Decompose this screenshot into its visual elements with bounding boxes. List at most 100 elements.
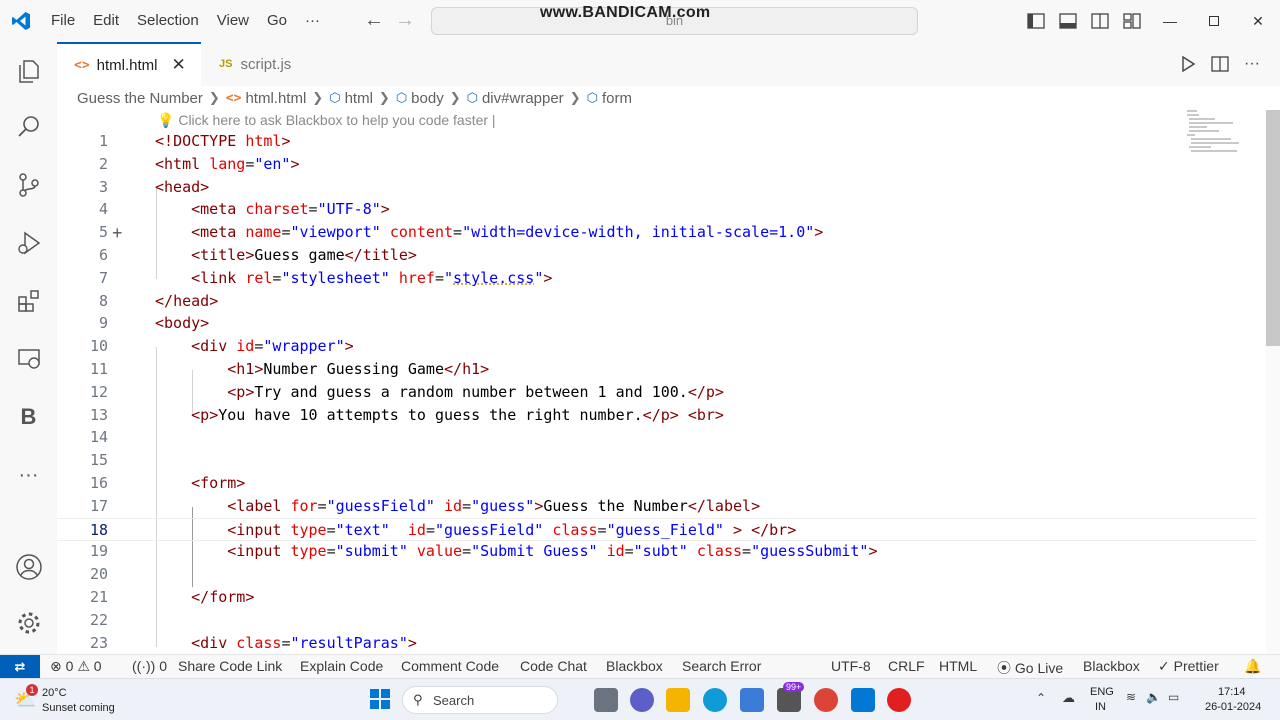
toggle-panel-icon[interactable] — [1052, 0, 1084, 42]
clock-date[interactable]: 26-01-2024 — [1205, 701, 1261, 713]
remote-indicator-icon[interactable]: ⇄ — [0, 655, 40, 679]
code-line[interactable]: 2 <html lang="en"> — [57, 153, 1257, 176]
code-editor[interactable]: 💡 Click here to ask Blackbox to help you… — [57, 110, 1280, 654]
language-mode[interactable]: HTML — [939, 658, 977, 674]
weather-widget[interactable]: ⛅ 1 20°C Sunset coming — [12, 684, 132, 718]
code-text[interactable]: <meta charset="UTF-8"> — [155, 198, 390, 221]
code-line[interactable]: 5 <meta name="viewport" content="width=d… — [57, 221, 1257, 244]
customize-layout-icon[interactable] — [1116, 0, 1148, 42]
code-line[interactable]: 21 </form> — [57, 586, 1257, 609]
accounts-icon[interactable] — [0, 542, 57, 592]
code-text[interactable]: <p>You have 10 attempts to guess the rig… — [155, 404, 724, 427]
menu-view[interactable]: View — [208, 0, 258, 42]
edge-browser-icon[interactable] — [703, 688, 727, 712]
vscode-taskbar-icon[interactable] — [851, 688, 875, 712]
go-live[interactable]: ⦿ Go Live — [997, 658, 1063, 678]
file-explorer-icon[interactable] — [666, 688, 690, 712]
code-line[interactable]: 19 <input type="submit" value="Submit Gu… — [57, 540, 1257, 563]
code-line[interactable]: 22 — [57, 609, 1257, 632]
minimize-icon[interactable]: — — [1148, 0, 1192, 42]
code-text[interactable]: <h1>Number Guessing Game</h1> — [155, 358, 489, 381]
code-line[interactable]: 17 <label for="guessField" id="guess">Gu… — [57, 495, 1257, 518]
run-debug-icon[interactable] — [0, 218, 57, 268]
code-text[interactable]: <link rel="stylesheet" href="style.css"> — [155, 267, 552, 290]
battery-icon[interactable]: ▭ — [1168, 690, 1179, 704]
input-region[interactable]: IN — [1095, 701, 1106, 713]
clock-time[interactable]: 17:14 — [1218, 686, 1246, 698]
breadcrumb-div-wrapper[interactable]: div#wrapper — [482, 90, 564, 107]
toggle-sidebar-icon[interactable] — [1020, 0, 1052, 42]
search-icon[interactable] — [0, 102, 57, 152]
blackbox-right[interactable]: Blackbox — [1083, 658, 1140, 674]
tab-html-html[interactable]: <> html.html ✕ — [57, 42, 201, 86]
teams-icon[interactable] — [630, 688, 654, 712]
menu-more[interactable]: ··· — [296, 0, 329, 42]
breadcrumb-folder[interactable]: Guess the Number — [77, 90, 203, 107]
extensions-icon[interactable] — [0, 276, 57, 326]
encoding[interactable]: UTF-8 — [831, 658, 871, 674]
code-text[interactable]: <label for="guessField" id="guess">Guess… — [155, 495, 760, 518]
code-line[interactable]: 14 — [57, 426, 1257, 449]
explorer-icon[interactable] — [0, 46, 57, 96]
menu-edit[interactable]: Edit — [84, 0, 128, 42]
minimap[interactable] — [1187, 110, 1247, 160]
code-text[interactable]: <input type="submit" value="Submit Guess… — [155, 540, 877, 563]
code-text[interactable]: <html lang="en"> — [155, 153, 300, 176]
breadcrumb-body[interactable]: body — [411, 90, 444, 107]
code-text[interactable]: </head> — [155, 290, 218, 313]
more-actions-icon[interactable]: ··· — [1236, 55, 1268, 73]
code-line[interactable]: 13 <p>You have 10 attempts to guess the … — [57, 404, 1257, 427]
chrome-icon[interactable] — [814, 688, 838, 712]
task-view-icon[interactable] — [594, 688, 618, 712]
code-text[interactable]: <!DOCTYPE html> — [155, 130, 290, 153]
code-line[interactable]: 15 — [57, 449, 1257, 472]
end-of-line[interactable]: CRLF — [888, 658, 925, 674]
breadcrumb-file[interactable]: html.html — [245, 90, 306, 107]
code-text[interactable]: <form> — [155, 472, 245, 495]
code-line[interactable]: 9 <body> — [57, 312, 1257, 335]
code-text[interactable]: <head> — [155, 176, 209, 199]
blackbox-status[interactable]: Blackbox — [606, 658, 663, 674]
vertical-scrollbar[interactable] — [1266, 110, 1280, 654]
code-line[interactable]: 23 <div class="resultParas"> — [57, 632, 1257, 654]
store-icon[interactable] — [740, 688, 764, 712]
code-line[interactable]: 1 <!DOCTYPE html> — [57, 130, 1257, 153]
scrollbar-thumb[interactable] — [1266, 110, 1280, 346]
code-chat[interactable]: Code Chat — [520, 658, 587, 674]
explain-code[interactable]: Explain Code — [300, 658, 383, 674]
maximize-icon[interactable] — [1192, 0, 1236, 42]
code-line[interactable]: 12 <p>Try and guess a random number betw… — [57, 381, 1257, 404]
menu-selection[interactable]: Selection — [128, 0, 208, 42]
code-text[interactable]: <div id="wrapper"> — [155, 335, 354, 358]
code-line[interactable]: 4 <meta charset="UTF-8"> — [57, 198, 1257, 221]
code-text[interactable]: </form> — [155, 586, 254, 609]
settings-gear-icon[interactable] — [0, 598, 57, 648]
code-text[interactable]: <input type="text" id="guessField" class… — [155, 519, 796, 542]
code-line[interactable]: 6 <title>Guess game</title> — [57, 244, 1257, 267]
code-line[interactable]: 10 <div id="wrapper"> — [57, 335, 1257, 358]
tab-script-js[interactable]: JS script.js — [202, 42, 347, 86]
code-line[interactable]: 8 </head> — [57, 290, 1257, 313]
taskbar-search[interactable]: ⚲ Search — [402, 686, 558, 714]
code-line[interactable]: 11 <h1>Number Guessing Game</h1> — [57, 358, 1257, 381]
comment-code[interactable]: Comment Code — [401, 658, 499, 674]
blackbox-icon[interactable]: B — [0, 392, 57, 442]
code-line[interactable]: 3 <head> — [57, 176, 1257, 199]
input-language[interactable]: ENG — [1090, 686, 1114, 698]
wifi-icon[interactable]: ≋ — [1126, 690, 1136, 704]
windows-start-icon[interactable] — [369, 688, 393, 712]
bandicam-record-icon[interactable] — [887, 688, 911, 712]
code-line[interactable]: 7 <link rel="stylesheet" href="style.css… — [57, 267, 1257, 290]
volume-icon[interactable]: 🔈 — [1146, 690, 1161, 704]
code-text[interactable]: <div class="resultParas"> — [155, 632, 417, 654]
problems-indicator[interactable]: ⊗ 0 ⚠ 0 — [50, 658, 102, 675]
breadcrumb-html[interactable]: html — [345, 90, 373, 107]
cloud-icon[interactable]: ☁ — [1062, 690, 1075, 706]
run-play-icon[interactable] — [1172, 56, 1204, 72]
code-text[interactable]: <meta name="viewport" content="width=dev… — [155, 221, 823, 244]
chevron-up-icon[interactable]: ⌃ — [1036, 691, 1046, 705]
menu-file[interactable]: File — [42, 0, 84, 42]
toggle-secondary-sidebar-icon[interactable] — [1084, 0, 1116, 42]
breadcrumb-form[interactable]: form — [602, 90, 632, 107]
share-code-link[interactable]: Share Code Link — [178, 658, 282, 674]
